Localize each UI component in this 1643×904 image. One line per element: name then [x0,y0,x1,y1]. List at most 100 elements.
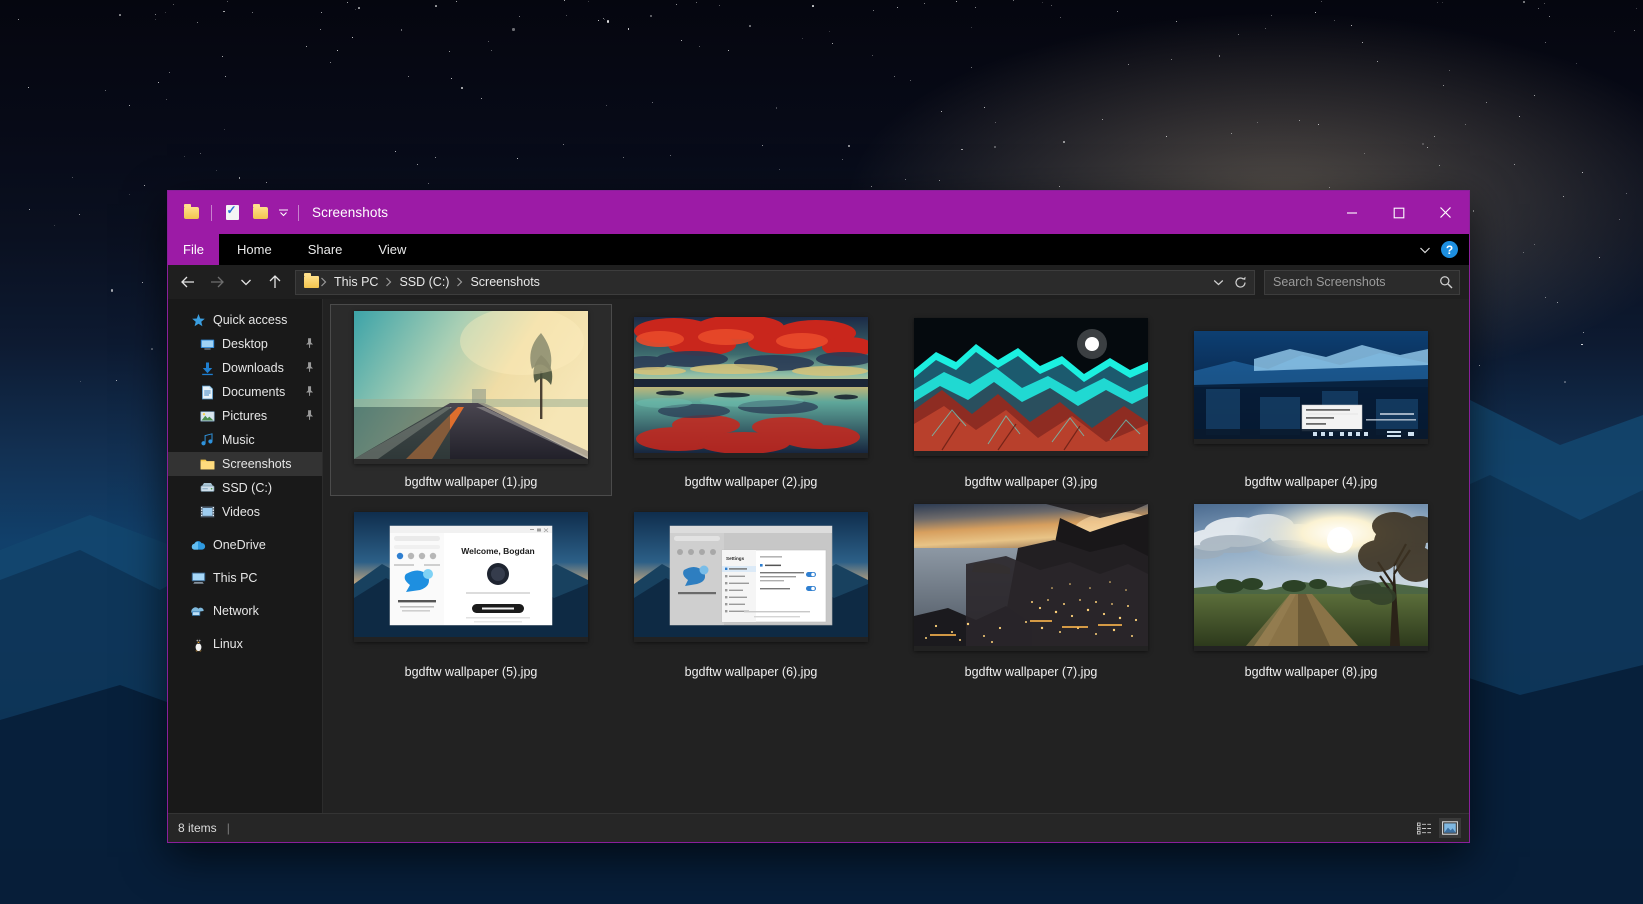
file-tile[interactable]: bgdftw wallpaper (2).jpg [611,305,891,495]
sidebar-item-music[interactable]: Music [168,428,322,452]
expand-ribbon-chevron-down-icon[interactable] [1419,246,1431,254]
help-icon[interactable]: ? [1441,241,1458,258]
qat-properties-icon[interactable] [219,200,245,226]
music-icon [199,432,215,448]
file-tile[interactable]: bgdftw wallpaper (1).jpg [331,305,611,495]
search-input[interactable] [1273,275,1439,289]
sidebar-item-documents[interactable]: Documents [168,380,322,404]
sidebar-item-network[interactable]: Network [168,599,322,623]
tab-home[interactable]: Home [219,234,290,265]
large-icons-view-button[interactable] [1439,818,1461,838]
file-tile[interactable]: Welcome, Bogdan bgdftw wallpaper (5).jpg [331,495,611,685]
file-explorer-window: Screenshots File Home Share View [167,190,1470,843]
file-grid: bgdftw wallpaper (1).jpg [323,299,1469,685]
breadcrumb-separator-2[interactable] [455,277,464,287]
pin-icon[interactable] [300,335,318,353]
pin-icon[interactable] [300,359,318,377]
breadcrumb-item-ssd-c[interactable]: SSD (C:) [393,275,455,289]
breadcrumb-folder-icon [304,276,319,288]
file-tile[interactable]: Settings [611,495,891,685]
details-view-button[interactable] [1413,818,1435,838]
tab-share[interactable]: Share [290,234,361,265]
qat-divider-2 [298,205,299,221]
back-button[interactable] [174,269,201,296]
sidebar-item-desktop[interactable]: Desktop [168,332,322,356]
sidebar-item-label: Quick access [213,313,287,327]
file-name-label: bgdftw wallpaper (5).jpg [405,665,538,679]
sidebar-item-label: Desktop [222,337,268,351]
status-separator: | [227,821,230,835]
sidebar-item-downloads[interactable]: Downloads [168,356,322,380]
desktop-icon [199,336,215,352]
explorer-body: Quick access Desktop Downloads Documents Pic… [168,299,1469,813]
close-button[interactable] [1422,191,1469,234]
cloud-icon [190,537,206,553]
search-icon[interactable] [1439,275,1453,289]
pc-icon [190,570,206,586]
sidebar-item-label: OneDrive [213,538,266,552]
file-tile[interactable]: bgdftw wallpaper (8).jpg [1171,495,1451,685]
sidebar-item-label: Documents [222,385,285,399]
refresh-icon[interactable] [1230,271,1250,293]
breadcrumb-tools [1208,271,1252,293]
qat-folder-icon[interactable] [178,200,204,226]
file-name-label: bgdftw wallpaper (6).jpg [685,665,818,679]
sidebar-item-label: Network [213,604,259,618]
sidebar-item-label: Linux [213,637,243,651]
sidebar-group-gap [168,524,322,533]
search-box[interactable] [1264,270,1460,295]
view-buttons [1413,818,1461,838]
navigation-pane: Quick access Desktop Downloads Documents Pic… [168,299,323,813]
qat-new-folder-icon[interactable] [247,200,273,226]
sidebar-item-label: Videos [222,505,260,519]
drive-icon [199,480,215,496]
sidebar-group-gap [168,623,322,632]
forward-button[interactable] [203,269,230,296]
file-tile[interactable]: bgdftw wallpaper (7).jpg [891,495,1171,685]
ribbon-tab-bar: File Home Share View ? [168,234,1469,265]
breadcrumb-item-this-pc[interactable]: This PC [328,275,384,289]
sidebar-item-videos[interactable]: Videos [168,500,322,524]
sidebar-item-label: This PC [213,571,257,585]
svg-text:Welcome, Bogdan: Welcome, Bogdan [461,546,535,556]
status-bar: 8 items | [168,813,1469,842]
file-tile[interactable]: bgdftw wallpaper (3).jpg [891,305,1171,495]
sidebar-group-gap [168,590,322,599]
breadcrumb[interactable]: This PC SSD (C:) Screenshots [295,270,1255,295]
desktop-background: Screenshots File Home Share View [0,0,1643,904]
folder-icon [199,456,215,472]
file-tile[interactable]: bgdftw wallpaper (4).jpg [1171,305,1451,495]
network-icon [190,603,206,619]
up-button[interactable] [261,269,288,296]
thumbnail-blue-desktop-menu [1171,305,1451,469]
maximize-button[interactable] [1375,191,1422,234]
sidebar-item-pictures[interactable]: Pictures [168,404,322,428]
thumbnail-road-sunset [331,305,611,469]
tab-view[interactable]: View [360,234,424,265]
video-icon [199,504,215,520]
sidebar-item-ssd-c[interactable]: SSD (C:) [168,476,322,500]
tab-file[interactable]: File [168,234,219,265]
recent-locations-chevron-down-icon[interactable] [232,269,259,296]
pin-icon[interactable] [300,407,318,425]
star-icon [190,312,206,328]
content-pane[interactable]: bgdftw wallpaper (1).jpg [323,299,1469,813]
thumbnail-coastal-city-night [891,495,1171,659]
breadcrumb-item-screenshots[interactable]: Screenshots [464,275,545,289]
file-name-label: bgdftw wallpaper (7).jpg [965,665,1098,679]
sidebar-item-screenshots[interactable]: Screenshots [168,452,322,476]
breadcrumb-separator-0[interactable] [319,277,328,287]
sidebar-item-onedrive[interactable]: OneDrive [168,533,322,557]
address-bar: This PC SSD (C:) Screenshots [168,265,1469,299]
ribbon-right-controls: ? [1419,234,1469,265]
sidebar-item-quick-access[interactable]: Quick access [168,308,322,332]
breadcrumb-separator-1[interactable] [384,277,393,287]
pin-icon[interactable] [300,383,318,401]
sidebar-item-this-pc[interactable]: This PC [168,566,322,590]
address-dropdown-chevron-down-icon[interactable] [1208,271,1228,293]
thumbnail-field-path-sun [1171,495,1451,659]
minimize-button[interactable] [1328,191,1375,234]
qat-customize-chevron-down-icon[interactable] [275,208,291,217]
sidebar-item-linux[interactable]: Linux [168,632,322,656]
thumbnail-cyan-red-mountains [891,305,1171,469]
